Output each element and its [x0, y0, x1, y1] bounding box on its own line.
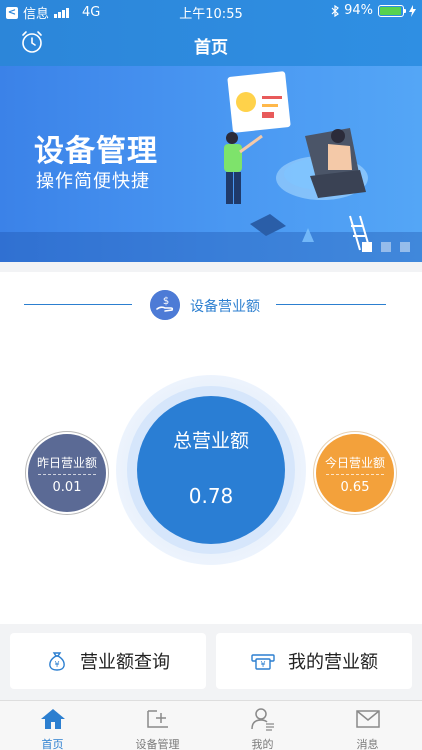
tab-label: 设备管理 [135, 738, 180, 750]
section-title: 设备营业额 [190, 299, 260, 315]
top-bar: < 信息 4G 上午10:55 94% 首页 [0, 0, 422, 66]
tab-device-management[interactable]: 设备管理 [105, 701, 210, 750]
dashed-separator [38, 474, 96, 475]
tab-messages[interactable]: 消息 [315, 701, 420, 750]
money-hand-icon: $ [150, 290, 180, 320]
mail-icon [356, 710, 380, 728]
total-revenue-value: 0.78 [188, 484, 234, 508]
carousel-dots[interactable] [362, 242, 410, 252]
today-revenue-circle[interactable]: 今日营业额 0.65 [313, 431, 397, 515]
svg-text:¥: ¥ [54, 660, 59, 669]
today-revenue-value: 0.65 [340, 480, 370, 495]
add-device-icon [147, 710, 168, 728]
total-revenue-core: 总营业额 0.78 [137, 396, 285, 544]
page-title: 首页 [194, 38, 228, 58]
money-bag-icon: ¥ [49, 652, 65, 671]
navigation-bar: 首页 [0, 22, 422, 66]
carousel-dot[interactable] [381, 242, 391, 252]
my-revenue-button[interactable]: ¥ 我的营业额 [216, 633, 412, 689]
banner-title: 设备管理 [34, 134, 158, 169]
tab-label: 首页 [41, 738, 64, 750]
circle-ring [25, 431, 109, 515]
bottom-tab-bar: 首页 设备管理 我的 消息 [0, 700, 422, 750]
yesterday-revenue-label: 昨日营业额 [36, 456, 97, 470]
total-revenue-circle[interactable]: 总营业额 0.78 [116, 375, 306, 565]
yesterday-revenue-circle[interactable]: 昨日营业额 0.01 [25, 431, 109, 515]
divider-line [24, 304, 132, 305]
home-icon [41, 709, 65, 729]
tab-label: 消息 [356, 738, 379, 750]
carousel-dot[interactable] [400, 242, 410, 252]
promo-banner[interactable]: 设备管理 操作简便快捷 [0, 66, 422, 262]
dashed-separator [326, 474, 384, 475]
svg-text:¥: ¥ [260, 660, 265, 669]
yesterday-revenue-value: 0.01 [52, 480, 82, 495]
charging-icon [409, 4, 416, 17]
tab-mine[interactable]: 我的 [210, 701, 315, 750]
circle-ring [313, 431, 397, 515]
total-revenue-label: 总营业额 [172, 430, 249, 452]
status-bar: < 信息 4G 上午10:55 94% [0, 0, 422, 22]
svg-text:$: $ [163, 296, 169, 307]
carousel-dot[interactable] [362, 242, 372, 252]
massage-chair-illustration [224, 71, 371, 251]
my-revenue-label: 我的营业额 [288, 652, 378, 673]
revenue-panel: $ 设备营业额 昨日营业额 0.01 总营业额 0.78 今日营业额 0.65 [0, 272, 422, 624]
bluetooth-icon [331, 4, 340, 17]
tab-label: 我的 [251, 738, 274, 750]
battery-icon [378, 4, 406, 17]
revenue-query-button[interactable]: ¥ 营业额查询 [10, 633, 206, 689]
today-revenue-label: 今日营业额 [324, 456, 385, 470]
revenue-query-label: 营业额查询 [80, 652, 170, 673]
banner-subtitle: 操作简便快捷 [36, 171, 150, 192]
divider-line [276, 304, 386, 305]
user-icon [251, 708, 274, 731]
battery-percent: 94% [344, 3, 373, 18]
tab-home[interactable]: 首页 [0, 701, 105, 750]
section-header: $ 设备营业额 [0, 290, 422, 320]
wallet-icon: ¥ [251, 654, 275, 670]
